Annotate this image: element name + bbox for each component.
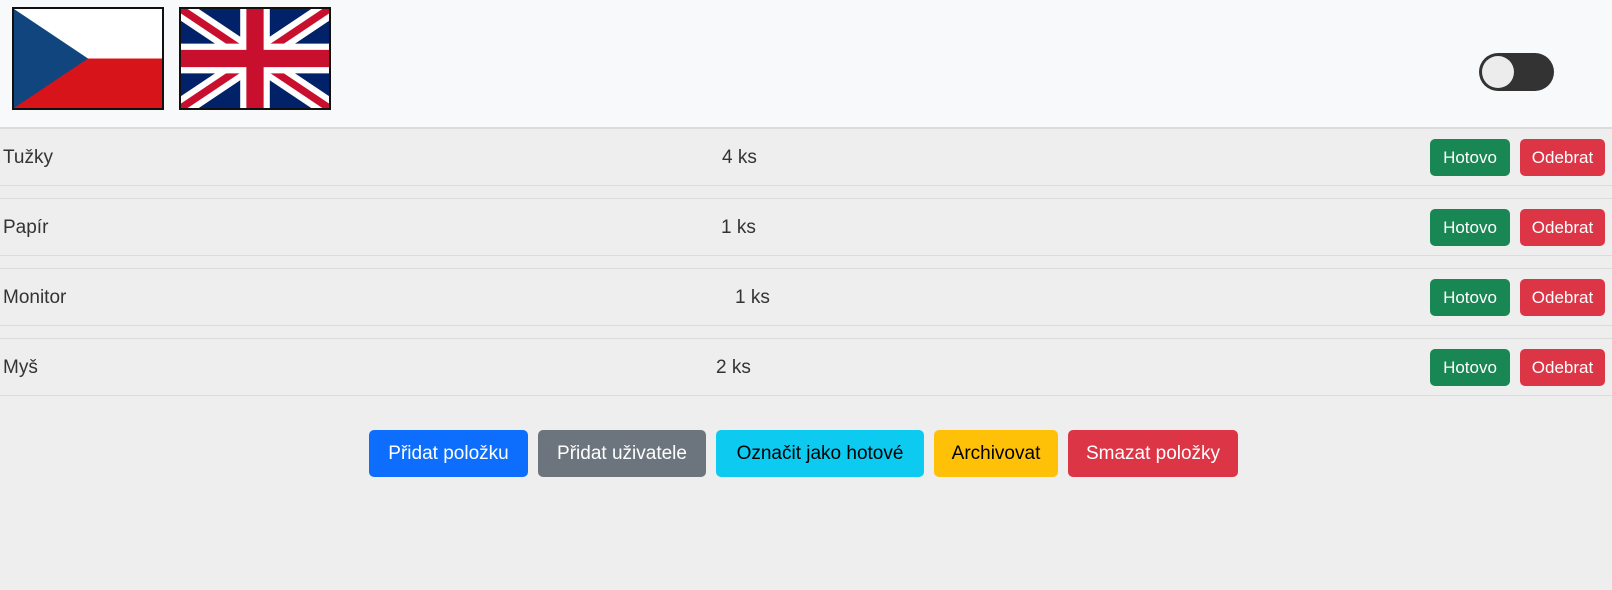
list-item: Tužky 4 ks Hotovo Odebrat xyxy=(0,128,1612,186)
item-quantity: 1 ks xyxy=(735,287,770,308)
list-item: Papír 1 ks Hotovo Odebrat xyxy=(0,198,1612,256)
done-button[interactable]: Hotovo xyxy=(1430,349,1510,386)
item-quantity: 4 ks xyxy=(722,147,757,168)
add-user-button[interactable]: Přidat uživatele xyxy=(538,430,706,477)
remove-button[interactable]: Odebrat xyxy=(1520,349,1605,386)
item-name: Papír xyxy=(3,217,49,238)
add-item-button[interactable]: Přidat položku xyxy=(369,430,528,477)
done-button[interactable]: Hotovo xyxy=(1430,209,1510,246)
done-button[interactable]: Hotovo xyxy=(1430,279,1510,316)
item-name: Monitor xyxy=(3,287,67,308)
header-bar xyxy=(0,0,1612,128)
czech-flag-icon[interactable] xyxy=(12,7,164,110)
remove-button[interactable]: Odebrat xyxy=(1520,279,1605,316)
item-quantity: 1 ks xyxy=(721,217,756,238)
action-buttons: Přidat položku Přidat uživatele Označit … xyxy=(369,430,1238,477)
theme-toggle-switch[interactable] xyxy=(1479,53,1554,91)
delete-items-button[interactable]: Smazat položky xyxy=(1068,430,1238,477)
item-name: Tužky xyxy=(3,147,53,168)
item-list: Tužky 4 ks Hotovo Odebrat Papír 1 ks Hot… xyxy=(0,128,1612,396)
done-button[interactable]: Hotovo xyxy=(1430,139,1510,176)
remove-button[interactable]: Odebrat xyxy=(1520,139,1605,176)
list-item: Myš 2 ks Hotovo Odebrat xyxy=(0,338,1612,396)
item-quantity: 2 ks xyxy=(716,357,751,378)
mark-done-button[interactable]: Označit jako hotové xyxy=(716,430,924,477)
toggle-knob xyxy=(1482,56,1514,88)
archive-button[interactable]: Archivovat xyxy=(934,430,1058,477)
uk-flag-icon[interactable] xyxy=(179,7,331,110)
remove-button[interactable]: Odebrat xyxy=(1520,209,1605,246)
list-item: Monitor 1 ks Hotovo Odebrat xyxy=(0,268,1612,326)
item-name: Myš xyxy=(3,357,38,378)
